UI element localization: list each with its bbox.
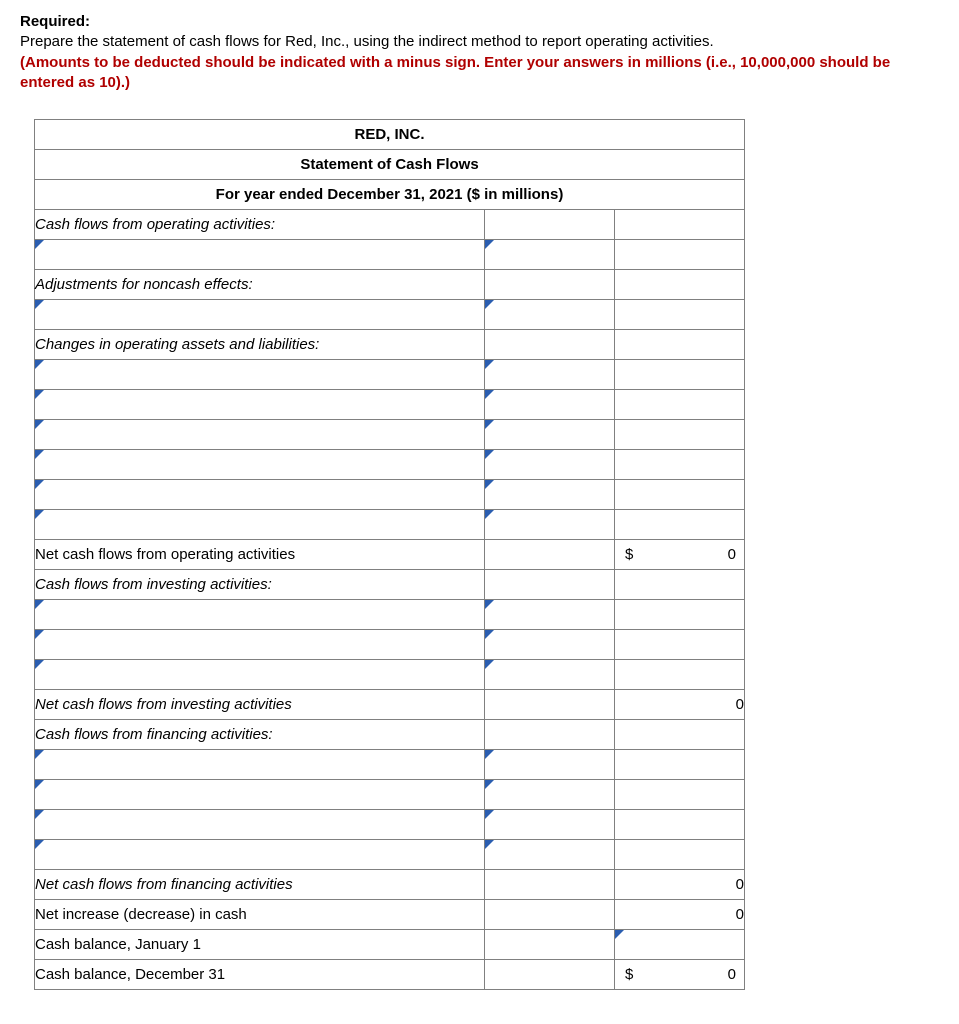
statement-title-header: Statement of Cash Flows bbox=[35, 150, 745, 180]
changes-line-3-select[interactable] bbox=[35, 420, 484, 449]
adjustments-section-header: Adjustments for noncash effects: bbox=[35, 270, 485, 300]
net-change-value: 0 bbox=[615, 900, 745, 930]
changes-line-4-amount[interactable] bbox=[485, 450, 614, 479]
balance-jan-label: Cash balance, January 1 bbox=[35, 930, 485, 960]
changes-line-2-amount[interactable] bbox=[485, 390, 614, 419]
investing-line-1-select[interactable] bbox=[35, 600, 484, 629]
financing-section-header: Cash flows from financing activities: bbox=[35, 720, 485, 750]
cash-flow-statement-table: RED, INC. Statement of Cash Flows For ye… bbox=[34, 119, 745, 990]
changes-line-6-amount[interactable] bbox=[485, 510, 614, 539]
changes-line-2-select[interactable] bbox=[35, 390, 484, 419]
financing-line-2-select[interactable] bbox=[35, 780, 484, 809]
changes-line-6-select[interactable] bbox=[35, 510, 484, 539]
investing-section-header: Cash flows from investing activities: bbox=[35, 570, 485, 600]
changes-line-1-select[interactable] bbox=[35, 360, 484, 389]
operating-line-1-select[interactable] bbox=[35, 240, 484, 269]
net-investing-label: Net cash flows from investing activities bbox=[35, 690, 485, 720]
financing-line-3-amount[interactable] bbox=[485, 810, 614, 839]
net-operating-label: Net cash flows from operating activities bbox=[35, 540, 485, 570]
investing-line-3-select[interactable] bbox=[35, 660, 484, 689]
warning-text: (Amounts to be deducted should be indica… bbox=[20, 54, 890, 91]
period-header: For year ended December 31, 2021 ($ in m… bbox=[35, 180, 745, 210]
financing-line-1-amount[interactable] bbox=[485, 750, 614, 779]
adjustments-line-1-select[interactable] bbox=[35, 300, 484, 329]
net-operating-value-cell: $ 0 bbox=[615, 540, 744, 569]
operating-section-header: Cash flows from operating activities: bbox=[35, 210, 485, 240]
balance-dec-value-cell: $ 0 bbox=[615, 960, 744, 989]
financing-line-3-select[interactable] bbox=[35, 810, 484, 839]
financing-line-4-select[interactable] bbox=[35, 840, 484, 869]
balance-jan-amount[interactable] bbox=[615, 930, 744, 959]
currency-symbol: $ bbox=[625, 546, 633, 563]
changes-line-5-amount[interactable] bbox=[485, 480, 614, 509]
net-financing-value: 0 bbox=[615, 870, 745, 900]
net-investing-value: 0 bbox=[615, 690, 745, 720]
currency-symbol: $ bbox=[625, 966, 633, 983]
balance-dec-value: 0 bbox=[728, 966, 736, 983]
financing-line-1-select[interactable] bbox=[35, 750, 484, 779]
financing-line-4-amount[interactable] bbox=[485, 840, 614, 869]
instructions-block: Required: Prepare the statement of cash … bbox=[20, 12, 939, 93]
adjustments-line-1-amount[interactable] bbox=[485, 300, 614, 329]
company-name-header: RED, INC. bbox=[35, 120, 745, 150]
net-change-label: Net increase (decrease) in cash bbox=[35, 900, 485, 930]
changes-line-4-select[interactable] bbox=[35, 450, 484, 479]
investing-line-3-amount[interactable] bbox=[485, 660, 614, 689]
changes-line-5-select[interactable] bbox=[35, 480, 484, 509]
balance-dec-label: Cash balance, December 31 bbox=[35, 960, 485, 990]
net-financing-label: Net cash flows from financing activities bbox=[35, 870, 485, 900]
changes-section-header: Changes in operating assets and liabilit… bbox=[35, 330, 485, 360]
operating-line-1-amount[interactable] bbox=[485, 240, 614, 269]
investing-line-1-amount[interactable] bbox=[485, 600, 614, 629]
changes-line-3-amount[interactable] bbox=[485, 420, 614, 449]
prepare-text: Prepare the statement of cash flows for … bbox=[20, 33, 714, 50]
net-operating-value: 0 bbox=[728, 546, 736, 563]
investing-line-2-select[interactable] bbox=[35, 630, 484, 659]
financing-line-2-amount[interactable] bbox=[485, 780, 614, 809]
required-label: Required: bbox=[20, 13, 90, 30]
changes-line-1-amount[interactable] bbox=[485, 360, 614, 389]
investing-line-2-amount[interactable] bbox=[485, 630, 614, 659]
